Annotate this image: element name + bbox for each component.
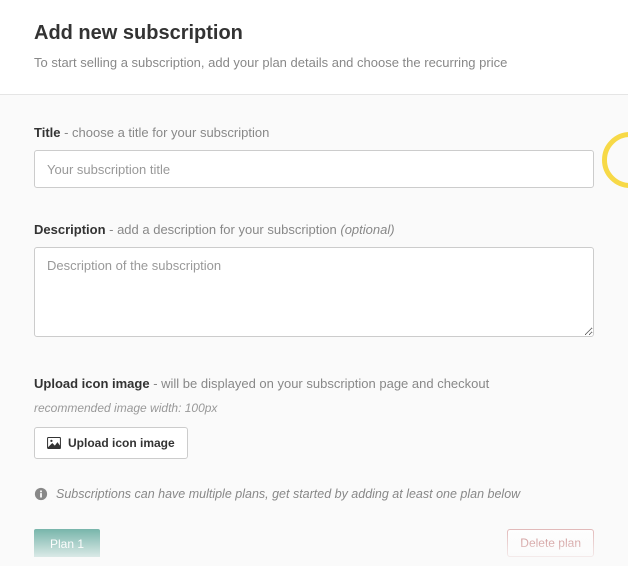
plan-tabs-row: Plan 1 Delete plan (34, 529, 594, 557)
page-header: Add new subscription To start selling a … (0, 0, 628, 95)
plan-tab-1[interactable]: Plan 1 (34, 529, 100, 557)
description-field-group: Description - add a description for your… (34, 222, 594, 342)
description-label-hint: - add a description for your subscriptio… (106, 222, 341, 237)
upload-button-label: Upload icon image (68, 436, 175, 450)
plans-info-row: Subscriptions can have multiple plans, g… (34, 477, 594, 513)
description-label-optional: (optional) (340, 222, 394, 237)
description-label: Description - add a description for your… (34, 222, 594, 237)
title-label: Title - choose a title for your subscrip… (34, 125, 594, 140)
upload-field-group: Upload icon image - will be displayed on… (34, 376, 594, 459)
description-textarea[interactable] (34, 247, 594, 337)
page-title: Add new subscription (34, 22, 594, 45)
info-icon (34, 487, 48, 501)
delete-plan-button[interactable]: Delete plan (507, 529, 594, 557)
title-label-bold: Title (34, 125, 61, 140)
upload-icon-button[interactable]: Upload icon image (34, 427, 188, 459)
plans-info-text: Subscriptions can have multiple plans, g… (56, 487, 520, 501)
description-label-bold: Description (34, 222, 106, 237)
image-icon (47, 437, 61, 449)
upload-label-hint: - will be displayed on your subscription… (150, 376, 490, 391)
title-input[interactable] (34, 150, 594, 188)
upload-recommended: recommended image width: 100px (34, 401, 594, 415)
form-content: Title - choose a title for your subscrip… (0, 95, 628, 557)
title-field-group: Title - choose a title for your subscrip… (34, 125, 594, 188)
upload-label-bold: Upload icon image (34, 376, 150, 391)
page-subtitle: To start selling a subscription, add you… (34, 55, 594, 70)
title-label-hint: - choose a title for your subscription (61, 125, 270, 140)
upload-label: Upload icon image - will be displayed on… (34, 376, 594, 391)
